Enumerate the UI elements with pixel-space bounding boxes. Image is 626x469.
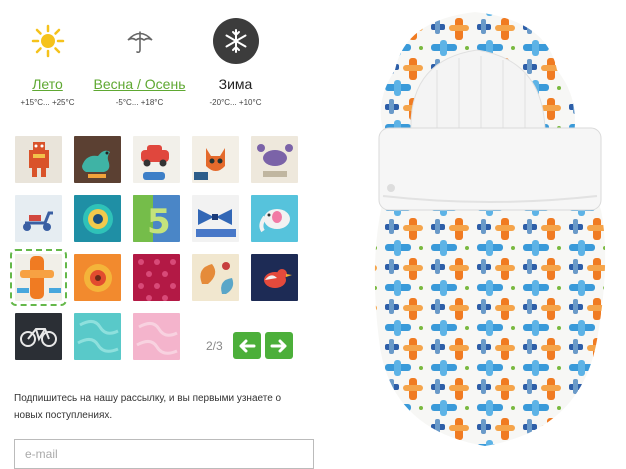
swatch-turquoise[interactable] (74, 313, 121, 360)
swatch-robots[interactable] (15, 136, 62, 183)
season-summer-label[interactable]: Лето (0, 76, 95, 92)
swatch-dots-crimson[interactable] (133, 254, 180, 301)
arrow-right-icon (270, 339, 287, 352)
swatch-scooters[interactable] (15, 195, 62, 242)
svg-text:5: 5 (147, 202, 171, 242)
snowflake-icon (212, 18, 259, 64)
swatch-pink[interactable] (133, 313, 180, 360)
product-image (335, 0, 626, 460)
swatch-cars[interactable] (133, 136, 180, 183)
season-winter[interactable]: Зима -20°C... +10°C (188, 18, 283, 107)
swatch-planes[interactable] (10, 249, 67, 306)
swatch-circles[interactable] (74, 195, 121, 242)
email-input[interactable] (14, 439, 314, 469)
sun-icon (25, 18, 71, 64)
swatch-crabs[interactable] (251, 136, 298, 183)
swatch-flowers-orange[interactable] (74, 254, 121, 301)
season-spring-autumn[interactable]: Весна / Осень -5°C... +18°C (92, 18, 187, 107)
swatch-foxes[interactable] (192, 136, 239, 183)
season-summer-range: +15°C... +25°C (20, 98, 75, 107)
season-winter-range: -20°C... +10°C (209, 98, 262, 107)
season-summer[interactable]: Лето +15°C... +25°C (0, 18, 95, 107)
swatch-paisley[interactable] (192, 254, 239, 301)
prev-page-button[interactable] (232, 332, 261, 359)
swatch-numbers[interactable]: 5 (133, 195, 180, 242)
season-winter-label: Зима (218, 76, 253, 92)
swatch-pager: 2/3 (206, 332, 293, 359)
umbrella-icon (117, 18, 163, 64)
page-indicator: 2/3 (206, 338, 223, 353)
swatch-bicycles[interactable] (15, 313, 62, 360)
swatch-elephants[interactable] (251, 195, 298, 242)
newsletter-text: Подпишитесь на нашу рассылку, и вы первы… (14, 393, 282, 421)
swatch-dinosaurs[interactable] (74, 136, 121, 183)
swatch-bows[interactable] (192, 195, 239, 242)
arrow-left-icon (239, 339, 256, 352)
swatch-birds[interactable] (251, 254, 298, 301)
season-spring-autumn-label[interactable]: Весна / Осень (92, 76, 187, 92)
season-spring-autumn-range: -5°C... +18°C (115, 98, 164, 107)
next-page-button[interactable] (264, 332, 293, 359)
